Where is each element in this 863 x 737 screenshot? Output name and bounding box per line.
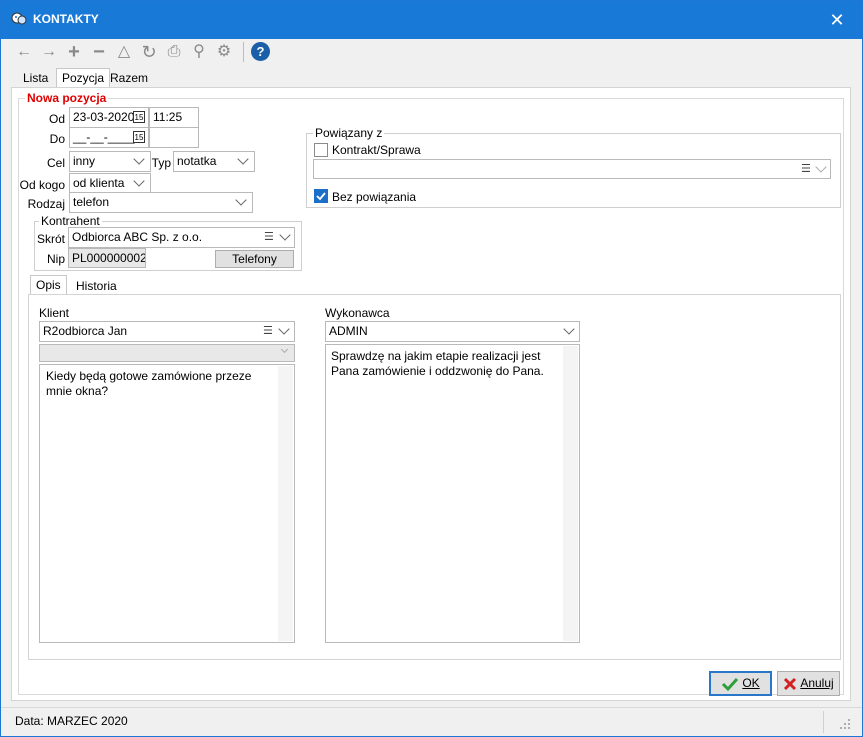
print-button[interactable]: ⎙ — [163, 41, 185, 63]
cancel-button[interactable]: Anuluj — [777, 671, 840, 696]
telefony-button[interactable]: Telefony — [215, 250, 294, 268]
refresh-icon: ↻ — [141, 42, 157, 62]
client-message-text: Kiedy będą gotowe zamówione przeze mnie … — [46, 369, 252, 398]
close-button[interactable]: ✕ — [813, 1, 861, 39]
tab-historia[interactable]: Historia — [71, 277, 122, 295]
calendar-icon[interactable]: 15 — [133, 131, 145, 143]
rodzaj-select[interactable]: telefon — [69, 192, 253, 213]
cel-label: Cel — [46, 156, 65, 170]
od-time-value: 11:25 — [153, 110, 183, 124]
odkogo-label: Od kogo — [19, 178, 65, 192]
back-button[interactable]: ← — [13, 41, 35, 63]
cel-value: inny — [73, 154, 96, 168]
skrot-label: Skrót — [37, 232, 66, 246]
remove-icon: − — [93, 41, 105, 63]
skrot-value: Odbiorca ABC Sp. z o.o. — [72, 230, 203, 244]
kontakty-window: KONTAKTY ✕ ← → + − △ ↻ ⎙ ⚲ ⚙ ? Lista Poz… — [0, 0, 863, 737]
no-relation-checkbox[interactable] — [314, 189, 328, 203]
filter-button[interactable]: △ — [113, 41, 135, 63]
tab-lista[interactable]: Lista — [18, 69, 53, 87]
print-icon: ⎙ — [167, 43, 181, 60]
skrot-field[interactable]: Odbiorca ABC Sp. z o.o. — [68, 227, 295, 248]
typ-label: Typ — [151, 156, 171, 170]
rodzaj-label: Rodzaj — [27, 197, 65, 211]
filter-icon: △ — [117, 43, 131, 60]
contract-field[interactable] — [313, 159, 831, 179]
related-legend: Powiązany z — [313, 126, 385, 140]
settings-button[interactable]: ⚙ — [213, 41, 235, 63]
odkogo-value: od klienta — [73, 176, 125, 190]
back-icon: ← — [16, 43, 32, 60]
ok-button[interactable]: OK — [709, 671, 772, 696]
rodzaj-value: telefon — [73, 195, 110, 209]
executor-label: Wykonawca — [325, 306, 390, 320]
od-time-field[interactable]: 11:25 — [149, 107, 199, 128]
checkmark-icon — [722, 677, 739, 692]
section-title: Nowa pozycja — [25, 91, 109, 105]
forward-icon: → — [41, 43, 57, 60]
no-relation-label: Bez powiązania — [332, 190, 417, 204]
settings-icon: ⚙ — [216, 43, 232, 60]
executor-message-scrollbar[interactable] — [563, 346, 578, 641]
add-button[interactable]: + — [63, 41, 85, 63]
od-label: Od — [48, 112, 65, 126]
search-icon: ⚲ — [193, 43, 205, 60]
list-menu-icon[interactable]: ☰ — [263, 324, 273, 337]
cancel-label: Anuluj — [800, 676, 834, 690]
forward-button[interactable]: → — [38, 41, 60, 63]
executor-message-text: Sprawdzę na jakim etapie realizacji jest… — [331, 349, 544, 378]
contract-checkbox[interactable] — [314, 143, 328, 157]
cancel-x-icon — [784, 677, 797, 690]
search-button[interactable]: ⚲ — [188, 41, 210, 63]
tab-opis[interactable]: Opis — [30, 275, 67, 295]
toolbar-separator — [243, 42, 244, 62]
client-contact-select — [39, 344, 295, 362]
client-message-scrollbar[interactable] — [278, 366, 293, 641]
kontrahent-legend: Kontrahent — [39, 214, 102, 228]
status-divider — [823, 711, 824, 733]
od-date-value: 23-03-2020 — [73, 110, 135, 124]
client-value: R2odbiorca Jan — [43, 324, 128, 338]
tab-pozycja[interactable]: Pozycja — [56, 68, 111, 88]
ok-label: OK — [742, 676, 760, 690]
list-menu-icon[interactable]: ☰ — [264, 230, 274, 243]
add-icon: + — [68, 41, 80, 63]
check-icon — [316, 192, 326, 201]
tab-razem[interactable]: Razem — [105, 69, 153, 87]
resize-grip-icon[interactable] — [839, 718, 851, 730]
client-select[interactable]: R2odbiorca Jan — [39, 321, 295, 342]
refresh-button[interactable]: ↻ — [138, 41, 160, 63]
executor-select[interactable]: ADMIN — [325, 321, 580, 342]
do-date-value: __-__-____ — [73, 130, 135, 144]
do-time-field[interactable] — [149, 127, 199, 148]
executor-value: ADMIN — [329, 324, 368, 338]
executor-message-textarea[interactable]: Sprawdzę na jakim etapie realizacji jest… — [325, 344, 580, 643]
remove-button[interactable]: − — [88, 41, 110, 63]
typ-value: notatka — [177, 154, 217, 168]
help-icon[interactable]: ? — [251, 42, 270, 61]
contract-label: Kontrakt/Sprawa — [332, 143, 421, 157]
nip-field: PL0000000022 — [68, 248, 146, 268]
title-bar: KONTAKTY ✕ — [1, 1, 862, 39]
calendar-icon[interactable]: 15 — [133, 111, 145, 123]
close-icon: ✕ — [829, 10, 845, 30]
nip-label: Nip — [46, 252, 65, 266]
nip-value: PL0000000022 — [72, 251, 146, 265]
list-menu-icon[interactable]: ☰ — [801, 162, 811, 175]
client-message-textarea[interactable]: Kiedy będą gotowe zamówione przeze mnie … — [39, 364, 295, 643]
do-label: Do — [49, 132, 65, 146]
contacts-app-icon — [11, 12, 27, 25]
window-title: KONTAKTY — [33, 12, 99, 26]
client-label: Klient — [39, 306, 70, 320]
status-bar: Data: MARZEC 2020 — [1, 707, 862, 736]
status-text: Data: MARZEC 2020 — [15, 714, 128, 728]
